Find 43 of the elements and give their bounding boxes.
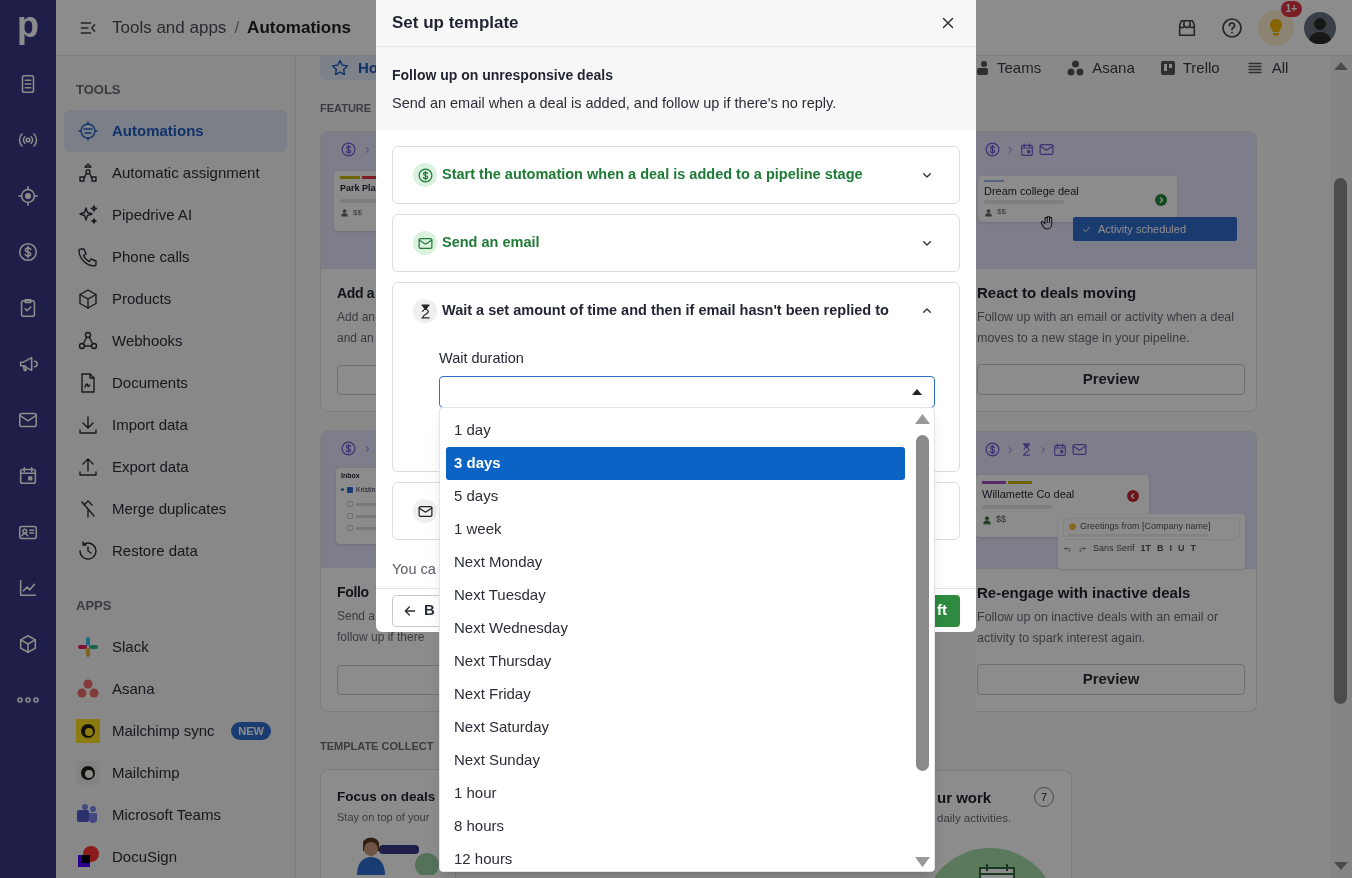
activity-badge: Activity scheduled — [1073, 217, 1237, 241]
page-title: Automations — [247, 16, 351, 39]
deal-name: Park Pla — [340, 182, 376, 195]
card-title: Follo — [337, 583, 369, 602]
card-description: follow up if there — [337, 629, 425, 646]
new-badge: NEW — [231, 722, 271, 740]
step-title: Wait a set amount of time and then if email hasn't been replied to — [442, 301, 889, 321]
card-description: Follow up on inactive deals with an email or activity to spark interest again. — [977, 609, 1220, 647]
step-title: Send an email — [442, 233, 540, 253]
card-description: daily activities. — [937, 811, 1012, 826]
template-description: Send an email when a deal is added, and follow up if there's no reply. — [392, 94, 838, 113]
breadcrumb-separator: / — [234, 16, 240, 39]
font-name-label: Sans Serif — [1093, 543, 1135, 554]
format-label: 1T — [1140, 543, 1152, 554]
card-description: Add an — [337, 309, 376, 326]
deal-name: Dream college deal — [984, 184, 1079, 198]
note-text: You ca — [392, 560, 436, 579]
card-title: Add a — [337, 284, 375, 303]
section-heading: TOOLS — [76, 82, 122, 98]
deal-value: $$ — [353, 206, 362, 219]
step-title: Start the automation when a deal is added to a pipeline stage — [442, 165, 863, 185]
card-description: Follow up with an email or activity when a deal moves to a new stage in your pipeline. — [977, 309, 1236, 347]
card-description: Send a — [337, 608, 376, 625]
email-greeting: Greetings from [Company name] — [1080, 521, 1211, 532]
card-title: React to deals moving — [977, 283, 1138, 303]
format-label: T — [1190, 543, 1197, 554]
deal-value: $$ — [996, 513, 1006, 526]
format-label: U — [1178, 543, 1185, 554]
card-title: Focus on deals — [337, 788, 437, 806]
card-description: and an — [337, 330, 374, 347]
card-title: ur work — [937, 788, 992, 808]
modal-title: Set up template — [392, 12, 519, 35]
field-label: Wait duration — [439, 349, 525, 368]
section-heading: APPS — [76, 598, 113, 614]
section-heading: FEATURE — [320, 101, 372, 116]
template-name: Follow up on unresponsive deals — [392, 66, 614, 85]
deal-name: Willamette Co deal — [982, 487, 1075, 501]
format-label: B — [1157, 543, 1164, 554]
card-description: Stay on top of your — [337, 810, 431, 825]
deal-value: $$ — [997, 206, 1006, 218]
section-heading: TEMPLATE COLLECT — [320, 739, 434, 754]
format-label: I — [1169, 543, 1173, 554]
card-title: Re-engage with inactive deals — [977, 583, 1192, 603]
